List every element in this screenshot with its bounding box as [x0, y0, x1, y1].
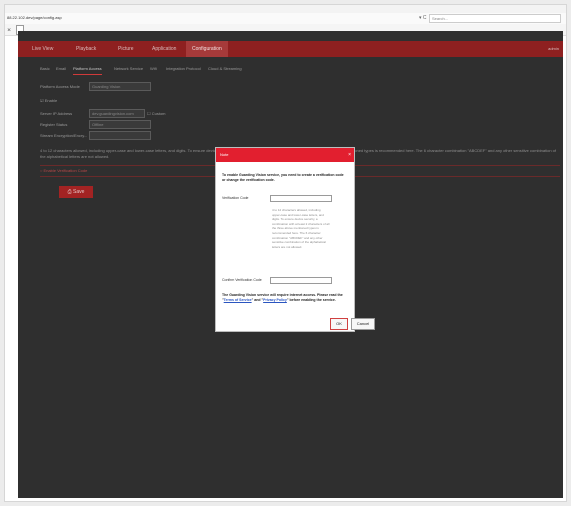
search-input[interactable]: Search... [429, 14, 561, 23]
nav-application[interactable]: Application [152, 41, 176, 57]
enable-label: Enable [44, 98, 58, 103]
close-icon[interactable]: × [348, 148, 351, 162]
tab-integration-protocol[interactable]: Integration Protocol [166, 64, 201, 74]
verification-code-input[interactable] [89, 131, 151, 140]
terms-of-service-link[interactable]: Terms of Service [224, 298, 252, 302]
reload-button[interactable]: ▾ C [419, 14, 427, 22]
verification-dialog: Note × To enable Guarding Vision service… [215, 147, 375, 332]
nav-playback[interactable]: Playback [76, 41, 96, 57]
register-status-field: Offline [89, 120, 151, 129]
verification-code-field-label: Verification Code [222, 196, 249, 200]
notice-suffix: " before enabling the service. [286, 298, 336, 302]
user-menu[interactable]: admin [548, 41, 559, 57]
privacy-policy-link[interactable]: Privacy Policy [263, 298, 287, 302]
tab-network-service[interactable]: Network Service [114, 64, 143, 74]
verification-code-label: Stream Encryption/Encry... [40, 133, 88, 138]
tab-email[interactable]: Email [56, 64, 66, 74]
close-tab-icon[interactable]: ✕ [7, 27, 11, 33]
confirm-code-field[interactable] [270, 277, 332, 284]
url-field[interactable]: 88.22.102.dev/page/config.asp [7, 14, 417, 22]
nav-live-view[interactable]: Live View [32, 41, 53, 57]
section-label: Enable Verification Code [43, 168, 88, 173]
confirm-code-field-label: Confirm Verification Code [222, 278, 262, 282]
tab-wifi[interactable]: Wifi [150, 64, 157, 74]
sub-tabs: Basic Email Platform Access Network Serv… [18, 64, 563, 75]
enable-checkbox-row[interactable]: ☑ Enable [40, 96, 57, 105]
server-ip-input[interactable]: dev.guardingvision.com [89, 109, 145, 118]
dialog-header: Note × [216, 148, 354, 162]
custom-checkbox-row[interactable]: ☐ Custom [147, 109, 166, 118]
enable-checkbox-icon[interactable]: ☑ [40, 98, 44, 103]
nav-configuration[interactable]: Configuration [186, 41, 228, 57]
server-ip-label: Server IP Address [40, 111, 73, 116]
service-notice: The Guarding Vision service will require… [222, 293, 350, 303]
notice-middle: " and " [251, 298, 264, 302]
tab-cloud-streaming[interactable]: Cloud & Streaming [208, 64, 242, 74]
platform-mode-select[interactable]: Guarding Vision [89, 82, 151, 91]
dialog-title: Note [220, 152, 229, 157]
save-button[interactable]: ⎙ Save [59, 186, 93, 198]
tab-platform-access[interactable]: Platform Access [73, 64, 102, 75]
save-label: Save [73, 189, 85, 195]
cancel-button[interactable]: Cancel [351, 318, 375, 330]
platform-mode-label: Platform Access Mode [40, 84, 80, 89]
dialog-intro: To enable Guarding Vision service, you n… [222, 173, 344, 182]
section-checkbox-icon[interactable]: ○ [40, 168, 42, 173]
custom-label: Custom [151, 111, 166, 116]
nav-picture[interactable]: Picture [118, 41, 134, 57]
custom-checkbox-icon[interactable]: ☐ [147, 111, 151, 116]
tab-basic[interactable]: Basic [40, 64, 50, 74]
verification-hint: 4 to 12 characters allowed, including up… [272, 208, 330, 249]
register-status-label: Register Status [40, 122, 68, 127]
ok-button[interactable]: OK [330, 318, 348, 330]
save-icon: ⎙ [67, 189, 72, 195]
main-nav: Live View Playback Picture Application C… [18, 41, 563, 57]
verification-code-field[interactable] [270, 195, 332, 202]
